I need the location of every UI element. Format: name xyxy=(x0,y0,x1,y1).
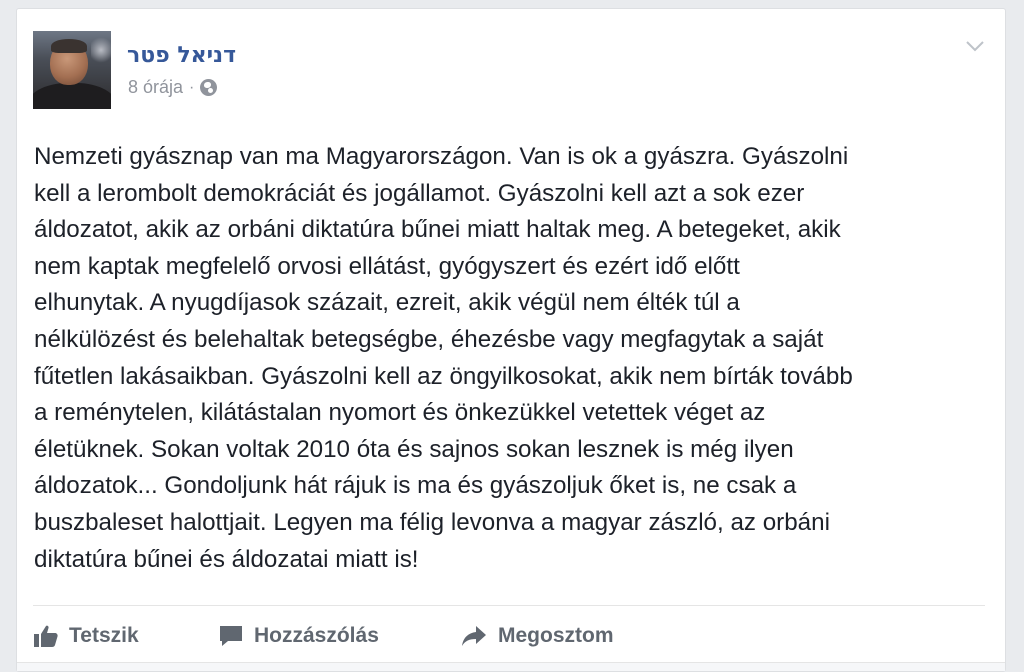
avatar-shoulders xyxy=(33,83,111,109)
post-body-text: Nemzeti gyásznap van ma Magyarországon. … xyxy=(34,143,853,573)
comment-icon xyxy=(220,626,242,646)
post-timestamp[interactable]: 8 órája xyxy=(128,77,183,98)
author-name-link[interactable]: דניאל פטר xyxy=(127,42,236,68)
thumbs-up-icon xyxy=(34,625,58,647)
share-button[interactable]: Megosztom xyxy=(460,624,660,648)
comment-label: Hozzászólás xyxy=(254,624,379,647)
comment-button[interactable]: Hozzászólás xyxy=(218,624,460,648)
globe-icon[interactable] xyxy=(200,79,218,96)
share-arrow-icon xyxy=(462,626,486,646)
chevron-down-icon[interactable] xyxy=(965,39,985,53)
author-avatar[interactable] xyxy=(33,31,111,109)
actions-divider xyxy=(33,605,985,606)
author-name[interactable]: דניאל פטר xyxy=(127,43,236,68)
share-label: Megosztom xyxy=(498,624,614,647)
like-button[interactable]: Tetszik xyxy=(33,624,218,648)
post-card: דניאל פטר 8 órája · Nemzeti gyásznap van… xyxy=(16,8,1006,672)
post-actions-bar: Tetszik Hozzászólás Megosztom xyxy=(33,617,660,655)
avatar-background-light xyxy=(91,35,111,65)
post-meta: 8 órája · xyxy=(128,77,218,98)
avatar-hair xyxy=(51,39,87,53)
meta-separator: · xyxy=(189,78,195,96)
like-label: Tetszik xyxy=(69,624,139,647)
card-footer-strip xyxy=(17,662,1005,671)
